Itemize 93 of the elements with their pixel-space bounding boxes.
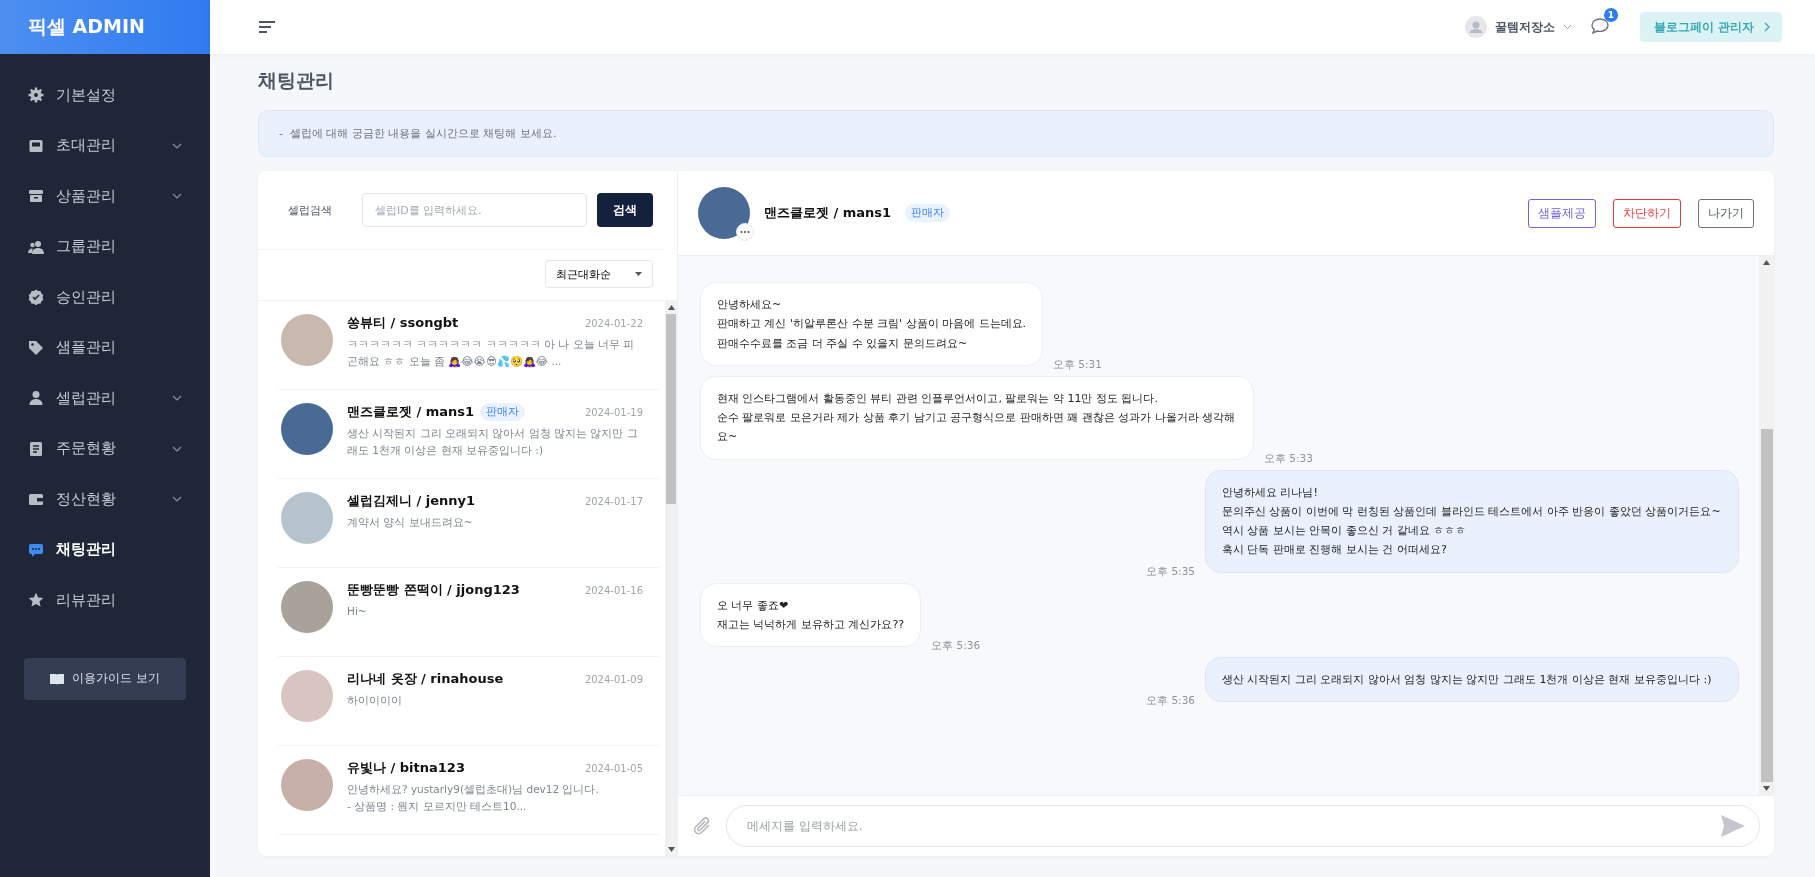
conversation-date: 2024-01-17 [584,495,643,507]
caret-icon [635,272,642,276]
sent-message: 생산 시작된지 그리 오래되지 않아서 엄청 많지는 않지만 그래도 1천개 이상은 현재 보유중입니다 :) [1205,657,1739,703]
conversation-name: 셀럽김제니 / jenny1 [347,492,476,510]
conversation-date: 2024-01-05 [584,762,643,774]
sidebar-item[interactable]: 채팅관리 [0,524,210,575]
scroll-down-icon[interactable] [1763,786,1770,791]
message-time: 오후 5:33 [1264,451,1313,466]
conversation-item[interactable]: 리나네 옷장 / rinahouse 2024-01-09 하이이이이 [278,657,659,746]
received-message: 오 너무 좋죠❤ 재고는 넉넉하게 보유하고 계신가요?? [700,582,922,647]
menu-icon[interactable] [258,20,276,34]
conversation-name: 유빛나 / bitna123 [347,759,465,777]
guide-button[interactable]: 이용가이드 보기 [24,657,186,700]
conversation-name: 쏭뷰티 / ssongbt [347,314,459,332]
action-button[interactable]: 차단하기 [1613,198,1681,228]
box-icon [28,188,44,205]
sidebar-item[interactable]: 기본설정 [0,70,210,121]
person-icon [28,390,44,407]
people-icon [28,238,44,255]
conversation-item[interactable]: 쏭뷰티 / ssongbt 2024-01-22 ㅋㅋㅋㅋㅋㅋ ㅋㅋㅋㅋㅋㅋ ㅋㅋㅋㅋㅋ 아 나 오늘 너무 피곤해요 ㅎㅎ 오늘 좀 🙇‍♀😂😭😎💦🥺🙇‍♀😂 ... [278,301,659,390]
settings-icon [28,87,44,104]
sidebar-item[interactable]: 승인관리 [0,272,210,323]
sort-dropdown[interactable]: 최근대화순 [545,260,653,288]
chat-title: 맨즈클로젯 / mans1 [764,204,892,222]
conversation-name: 맨즈클로젯 / mans1 [347,403,475,421]
notice-text: - 셀럽에 대해 궁금한 내용을 실시간으로 채팅해 보세요. [258,110,1774,157]
message-preview: Hi~ [347,604,368,619]
message-time: 오후 5:31 [1053,357,1102,372]
badge-check-icon [28,289,44,306]
chat-bubble-icon[interactable] [1589,16,1610,36]
message-preview: 계약서 양식 보내드려요~ [347,515,474,530]
message-time: 오후 5:36 [1146,694,1195,709]
user-name[interactable]: 꿀템저장소 [1494,18,1555,36]
message-field[interactable]: 메세지를 입력하세요. [726,805,1760,847]
app-logo: 픽셀 ADMIN [0,0,210,54]
avatar-photo-placeholder [281,759,333,811]
document-icon [28,440,44,457]
scrollbar[interactable] [665,301,677,856]
avatar-photo-placeholder [281,492,333,544]
sidebar-item[interactable]: 샘플관리 [0,322,210,373]
sidebar-item[interactable]: 셀럽관리 [0,373,210,424]
avatar-photo-placeholder [698,187,750,239]
tray-icon [28,137,44,154]
received-message: 안녕하세요~ 판매하고 계신 '히알루론산 수분 크림' 상품이 마음에 드는데요. 판매수수료를 조금 더 주실 수 있을지 문의드려요~ [700,282,1044,366]
avatar-photo-placeholder [281,670,333,722]
scroll-up-icon[interactable] [667,305,675,310]
search-button[interactable]: 검색 [597,193,653,227]
action-button[interactable]: 나가기 [1698,198,1754,228]
sidebar-item[interactable]: 주문현황 [0,423,210,474]
conversation-date: 2024-01-09 [584,673,643,685]
message-time: 오후 5:36 [931,639,981,653]
chevron-right-icon [1764,22,1770,32]
search-field[interactable]: 셀럽ID를 입력하세요. [362,193,587,227]
action-button[interactable]: 샘플제공 [1528,198,1596,228]
conversation-item[interactable]: 뚠빵뚠빵 쫀떡이 / jjong123 2024-01-16 Hi~ [278,568,659,657]
conversation-date: 2024-01-19 [584,406,643,418]
sidebar-item[interactable]: 상품관리 [0,171,210,222]
scroll-down-icon[interactable] [667,847,675,852]
conversation-item[interactable]: 맨즈클로젯 / mans1 판매자 2024-01-19 생산 시작된지 그리 오래되지 않아서 엄청 많지는 않지만 그래도 1천개 이상은 현재 보유중입니다 :) [278,390,659,479]
message-preview: 생산 시작된지 그리 오래되지 않아서 엄청 많지는 않지만 그래도 1천개 이상은 현재 보유중입니다 :) [347,426,639,458]
seller-badge: 판매자 [905,204,951,222]
conversation-item[interactable]: 유빛나 / bitna123 2024-01-05 안녕하세요? yustarly9(셀럽초대)님 dev12 입니다. - 상품명 : 뭔지 모르지만 테스트10... [278,746,659,835]
conversation-date: 2024-01-22 [584,317,643,329]
sent-message: 안녕하세요 리나님! 문의주신 상품이 이번에 막 런칭된 상품인데 블라인드 테스트에서 아주 반응이 좋았던 상품이거든요~ 역시 상품 보시는 안목이 좋으신 거 같네요 ㅎㅎㅎ 혹시 단독 판매로 진행해 보시는 건 어떠세요? [1205,469,1739,573]
conversation-item[interactable]: 셀럽김제니 / jenny1 2024-01-17 계약서 양식 보내드려요~ [278,479,659,568]
sidebar-item[interactable]: 그룹관리 [0,221,210,272]
seller-badge: 판매자 [480,403,526,421]
chat-icon [28,541,44,558]
avatar-photo-placeholder [281,581,333,633]
avatar-photo-placeholder [281,314,333,366]
more-icon[interactable] [736,223,754,241]
sidebar-item[interactable]: 초대관리 [0,120,210,171]
received-message: 현재 인스타그램에서 활동중인 뷰티 관련 인플루언서이고, 팔로워는 약 11만 정도 됩니다. 순수 팔로워로 모은거라 제가 상품 후기 남기고 공구형식으로 판매하면 꽤 괜찮은 성과가 나올거라 생각해요~ [700,375,1254,460]
wallet-icon [28,491,44,508]
notification-badge: 1 [1603,8,1618,22]
search-label: 셀럽검색 [288,202,333,218]
message-preview: ㅋㅋㅋㅋㅋㅋ ㅋㅋㅋㅋㅋㅋ ㅋㅋㅋㅋㅋ 아 나 오늘 너무 피곤해요 ㅎㅎ 오늘 좀 🙇‍♀😂😭😎💦🥺🙇‍♀😂 ... [347,337,636,369]
conversation-name: 리나네 옷장 / rinahouse [347,670,504,688]
scroll-up-icon[interactable] [1763,260,1770,265]
page-title: 채팅관리 [258,68,335,93]
avatar-photo-placeholder [281,403,333,455]
message-time: 오후 5:35 [1146,564,1195,579]
sidebar-item[interactable]: 정산현황 [0,474,210,525]
scrollbar[interactable] [1759,256,1774,795]
sidebar-item[interactable]: 리뷰관리 [0,575,210,626]
message-preview: 안녕하세요? yustarly9(셀럽초대)님 dev12 입니다. - 상품명 : 뭔지 모르지만 테스트10... [347,782,600,814]
conversation-date: 2024-01-16 [584,584,643,596]
star-icon [28,592,44,609]
chevron-down-icon[interactable] [1562,24,1572,30]
message-preview: 하이이이이 [347,693,403,708]
tag-icon [28,339,44,356]
conversation-name: 뚠빵뚠빵 쫀떡이 / jjong123 [347,581,520,599]
book-icon [50,672,65,685]
